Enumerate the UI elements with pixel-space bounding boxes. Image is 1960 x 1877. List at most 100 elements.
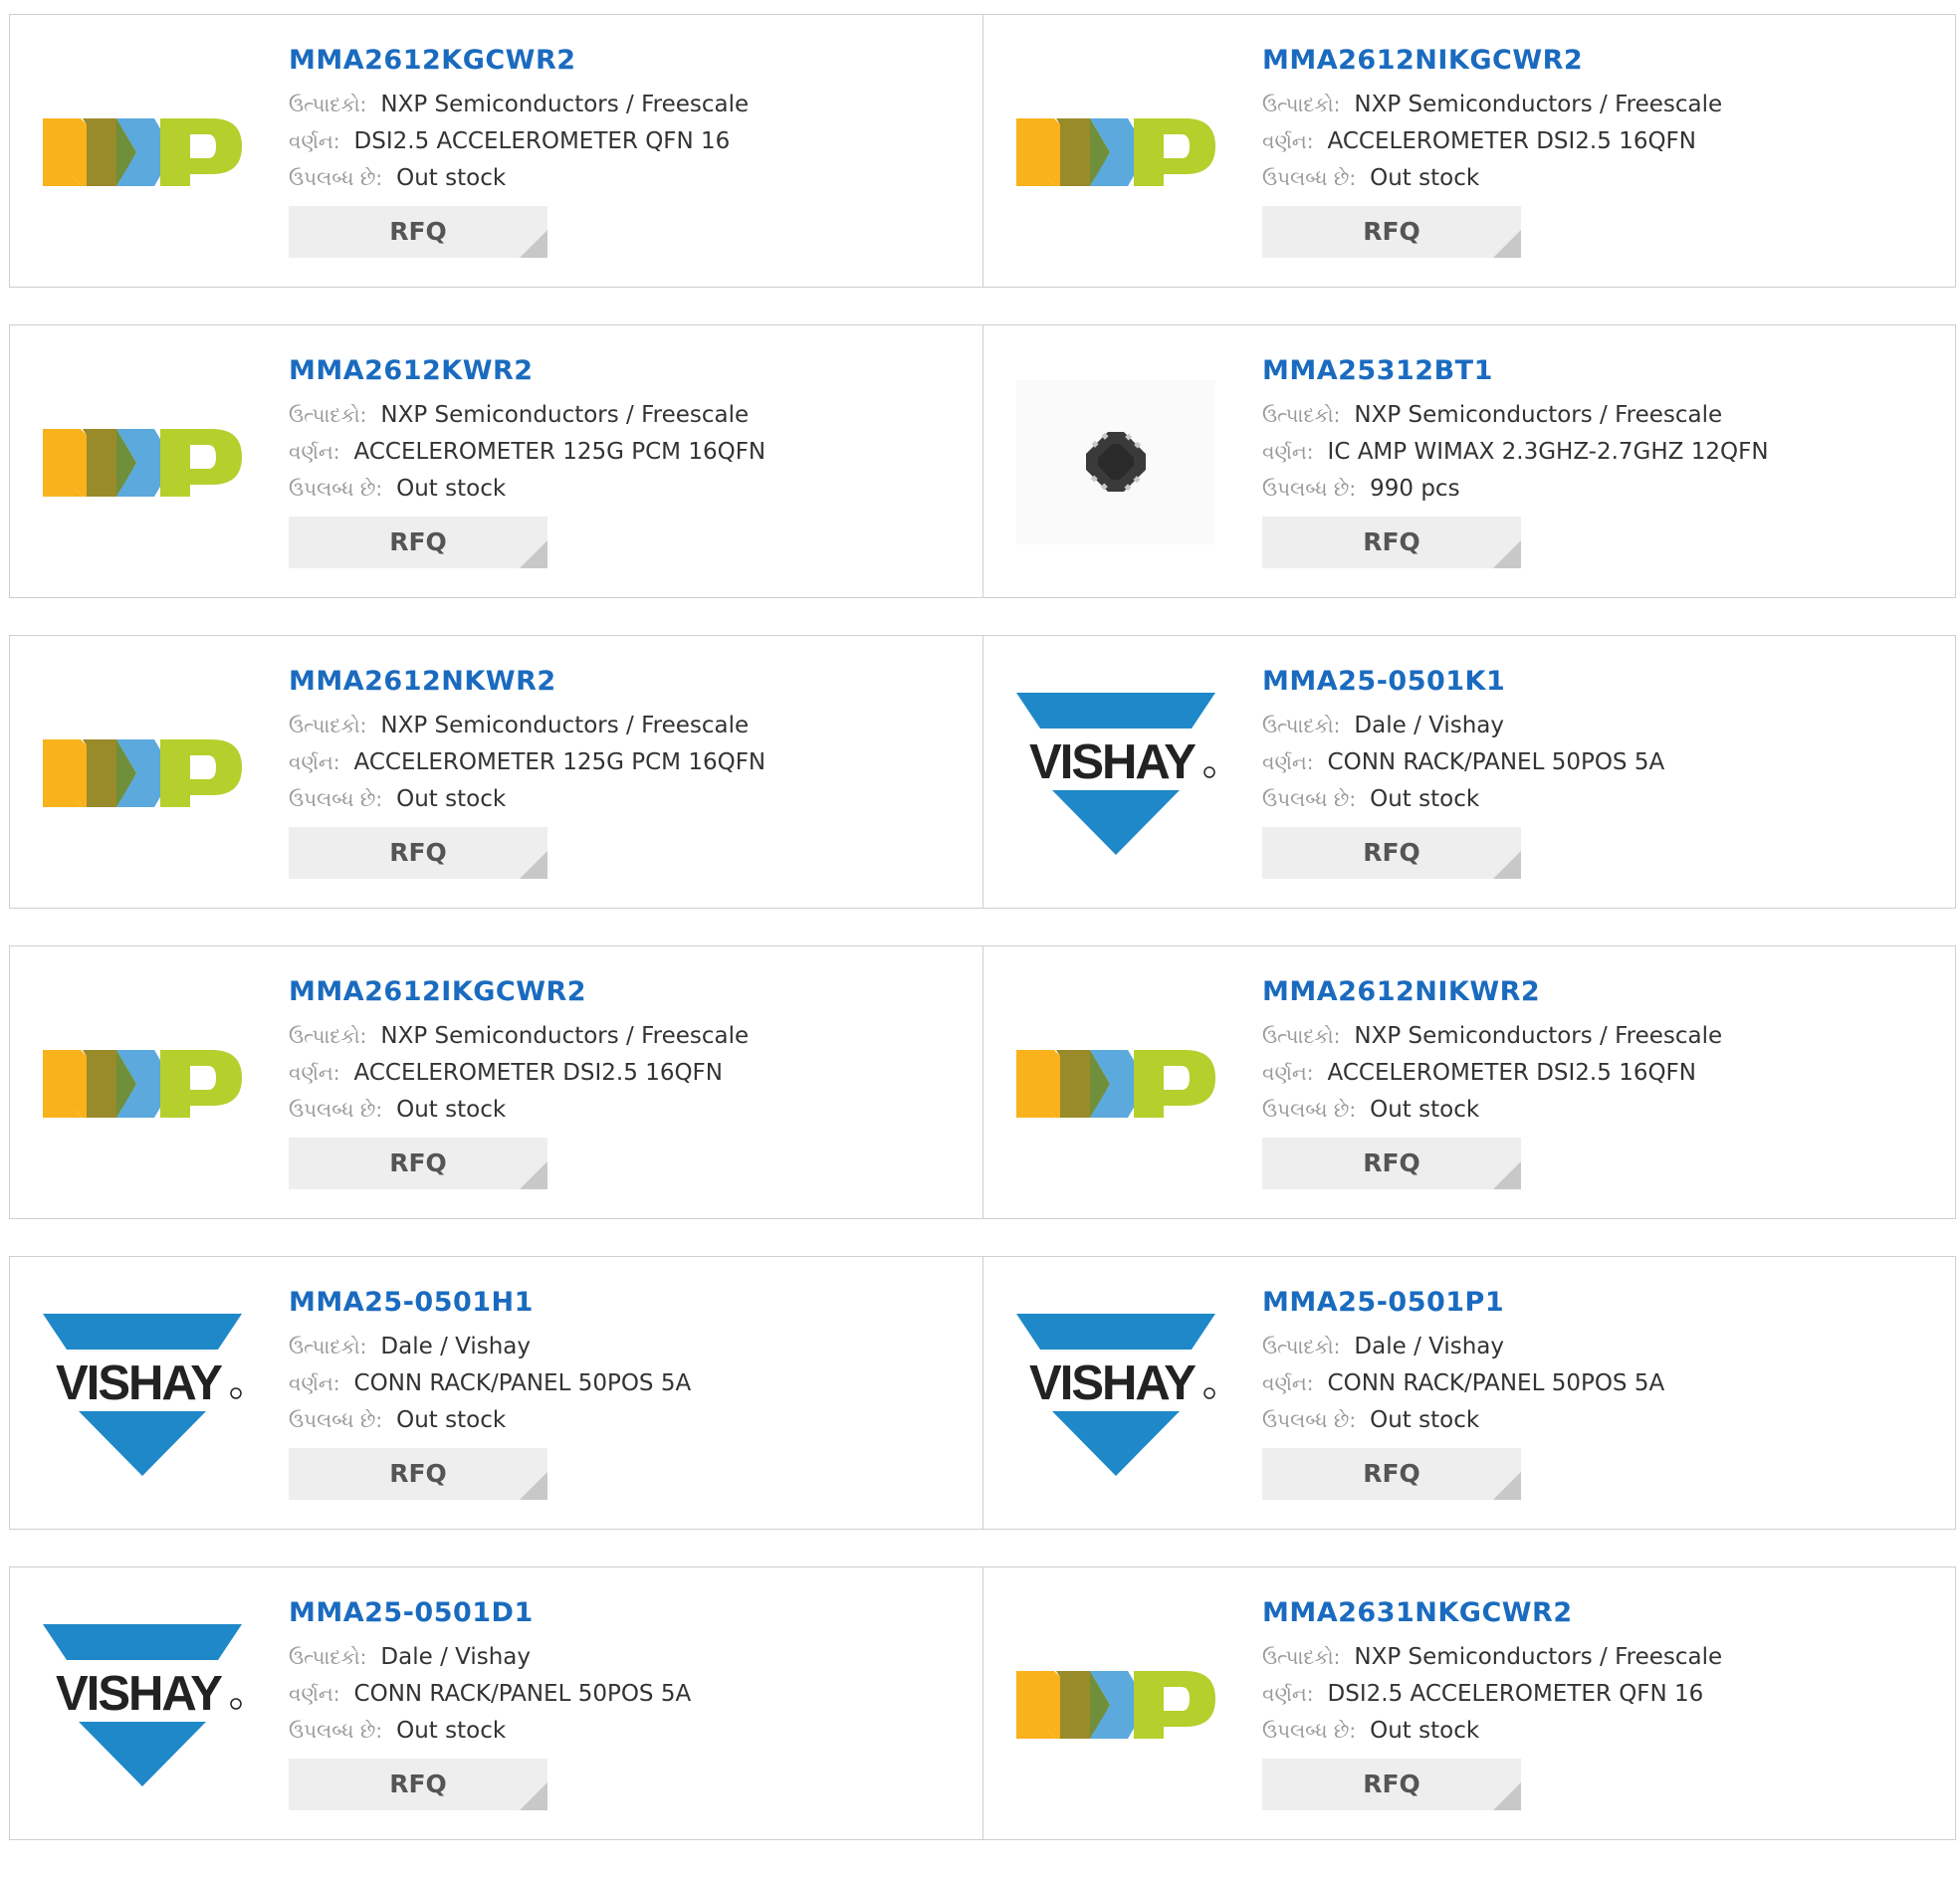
vishay-logo[interactable]: VISHAY [40, 1312, 244, 1476]
availability-label: ઉપલબ્ધ છે: [289, 1098, 383, 1122]
part-number-link[interactable]: MMA25-0501H1 [289, 1285, 973, 1321]
availability-value: 990 pcs [1370, 476, 1460, 502]
part-number-link[interactable]: MMA2612KGCWR2 [289, 43, 973, 79]
rfq-label: RFQ [1363, 527, 1420, 556]
rfq-button[interactable]: RFQ [1262, 1138, 1521, 1189]
corner-triangle-icon [520, 230, 547, 258]
rfq-button[interactable]: RFQ [289, 827, 547, 879]
description-line: વર્ણન: CONN RACK/PANEL 50POS 5A [289, 1676, 973, 1713]
availability-value: Out stock [396, 1718, 507, 1744]
rfq-button[interactable]: RFQ [289, 1138, 547, 1189]
vishay-logo[interactable]: VISHAY [1013, 691, 1217, 855]
manufacturer-value: Dale / Vishay [1354, 1334, 1505, 1359]
manufacturer-value: NXP Semiconductors / Freescale [380, 1023, 750, 1049]
description-line: વર્ણન: ACCELEROMETER 125G PCM 16QFN [289, 434, 973, 471]
product-card: MMA2612KGCWR2 ઉત્પાદકો: NXP Semiconductors… [10, 15, 982, 287]
manufacturer-label: ઉત્પાદકો: [1262, 714, 1341, 737]
corner-triangle-icon [520, 1782, 547, 1810]
availability-label: ઉપલબ્ધ છે: [289, 787, 383, 811]
nxp-logo[interactable] [40, 1001, 244, 1165]
rfq-button[interactable]: RFQ [1262, 827, 1521, 879]
description-value: CONN RACK/PANEL 50POS 5A [353, 1681, 692, 1707]
description-value: ACCELEROMETER DSI2.5 16QFN [353, 1060, 723, 1086]
availability-value: Out stock [396, 1097, 507, 1123]
description-label: વર્ણન: [1262, 1682, 1314, 1706]
nxp-logo[interactable] [1013, 70, 1217, 234]
manufacturer-label: ઉત્પાદકો: [289, 1335, 367, 1358]
product-info: MMA2612NKWR2 ઉત્પાદકો: NXP Semiconductors … [289, 664, 973, 879]
product-card: VISHAY MMA25-0501P1 ઉત્પાદકો: Dale / Visha… [982, 1257, 1955, 1529]
rfq-label: RFQ [1363, 1770, 1420, 1798]
description-value: ACCELEROMETER 125G PCM 16QFN [353, 439, 766, 465]
manufacturer-label: ઉત્પાદકો: [289, 714, 367, 737]
part-number-link[interactable]: MMA25-0501D1 [289, 1595, 973, 1631]
nxp-logo[interactable] [40, 380, 244, 544]
manufacturer-line: ઉત્પાદકો: NXP Semiconductors / Freescale [1262, 397, 1945, 434]
product-card: MMA2612NIKGCWR2 ઉત્પાદકો: NXP Semiconducto… [982, 15, 1955, 287]
description-line: વર્ણન: IC AMP WIMAX 2.3GHZ-2.7GHZ 12QFN [1262, 434, 1945, 471]
product-card: VISHAY MMA25-0501K1 ઉત્પાદકો: Dale / Visha… [982, 636, 1955, 908]
vishay-logo[interactable]: VISHAY [40, 1622, 244, 1786]
manufacturer-label: ઉત્પાદકો: [1262, 93, 1341, 116]
part-number-link[interactable]: MMA2612KWR2 [289, 353, 973, 389]
availability-line: ઉપલબ્ધ છે: Out stock [1262, 160, 1945, 197]
product-card: MMA25312BT1 ઉત્પાદકો: NXP Semiconductors /… [982, 325, 1955, 597]
description-label: વર્ણન: [1262, 440, 1314, 464]
manufacturer-line: ઉત્પાદકો: NXP Semiconductors / Freescale [1262, 1639, 1945, 1676]
rfq-button[interactable]: RFQ [289, 206, 547, 258]
part-number-link[interactable]: MMA2612NIKWR2 [1262, 974, 1945, 1010]
product-info: MMA2631NKGCWR2 ઉત્પાદકો: NXP Semiconductor… [1262, 1595, 1945, 1810]
part-number-link[interactable]: MMA2631NKGCWR2 [1262, 1595, 1945, 1631]
manufacturer-line: ઉત્પાદકો: Dale / Vishay [289, 1639, 973, 1676]
rfq-button[interactable]: RFQ [1262, 1448, 1521, 1500]
vishay-logo[interactable]: VISHAY [1013, 1312, 1217, 1476]
rfq-button[interactable]: RFQ [289, 1759, 547, 1810]
qfn-chip-image[interactable] [1013, 380, 1217, 544]
product-card: MMA2612IKGCWR2 ઉત્પાદકો: NXP Semiconductor… [10, 946, 982, 1218]
rfq-label: RFQ [1363, 1459, 1420, 1488]
part-number-link[interactable]: MMA25-0501K1 [1262, 664, 1945, 700]
availability-line: ઉપલબ્ધ છે: Out stock [289, 1092, 973, 1129]
description-label: વર્ણન: [1262, 1061, 1314, 1085]
product-card: MMA2612KWR2 ઉત્પાદકો: NXP Semiconductors /… [10, 325, 982, 597]
part-number-link[interactable]: MMA25312BT1 [1262, 353, 1945, 389]
nxp-logo[interactable] [1013, 1001, 1217, 1165]
description-value: DSI2.5 ACCELEROMETER QFN 16 [353, 128, 731, 154]
product-info: MMA2612NIKGCWR2 ઉત્પાદકો: NXP Semiconducto… [1262, 43, 1945, 258]
description-value: ACCELEROMETER DSI2.5 16QFN [1327, 1060, 1696, 1086]
corner-triangle-icon [520, 1472, 547, 1500]
part-number-link[interactable]: MMA2612IKGCWR2 [289, 974, 973, 1010]
rfq-button[interactable]: RFQ [1262, 206, 1521, 258]
part-number-link[interactable]: MMA2612NKWR2 [289, 664, 973, 700]
description-label: વર્ણન: [289, 1371, 340, 1395]
nxp-logo[interactable] [40, 691, 244, 855]
nxp-logo[interactable] [40, 70, 244, 234]
product-row: VISHAY MMA25-0501D1 ઉત્પાદકો: Dale / Visha… [9, 1566, 1956, 1840]
availability-label: ઉપલબ્ધ છે: [1262, 1098, 1357, 1122]
corner-triangle-icon [1493, 1782, 1521, 1810]
manufacturer-value: Dale / Vishay [1354, 713, 1505, 738]
rfq-button[interactable]: RFQ [1262, 517, 1521, 568]
description-line: વર્ણન: CONN RACK/PANEL 50POS 5A [1262, 744, 1945, 781]
svg-text:VISHAY: VISHAY [56, 1667, 222, 1721]
part-number-link[interactable]: MMA2612NIKGCWR2 [1262, 43, 1945, 79]
manufacturer-line: ઉત્પાદકો: NXP Semiconductors / Freescale [289, 87, 973, 123]
product-row: MMA2612NKWR2 ઉત્પાદકો: NXP Semiconductors … [9, 635, 1956, 909]
rfq-label: RFQ [1363, 838, 1420, 867]
availability-label: ઉપલબ્ધ છે: [289, 1719, 383, 1743]
rfq-button[interactable]: RFQ [1262, 1759, 1521, 1810]
rfq-label: RFQ [389, 838, 447, 867]
rfq-button[interactable]: RFQ [289, 517, 547, 568]
manufacturer-line: ઉત્પાદકો: NXP Semiconductors / Freescale [289, 1018, 973, 1055]
description-line: વર્ણન: DSI2.5 ACCELEROMETER QFN 16 [289, 123, 973, 160]
description-label: વર્ણન: [289, 750, 340, 774]
corner-triangle-icon [1493, 230, 1521, 258]
rfq-button[interactable]: RFQ [289, 1448, 547, 1500]
description-line: વર્ણન: DSI2.5 ACCELEROMETER QFN 16 [1262, 1676, 1945, 1713]
nxp-logo[interactable] [1013, 1622, 1217, 1786]
rfq-label: RFQ [389, 1459, 447, 1488]
corner-triangle-icon [1493, 1472, 1521, 1500]
rfq-label: RFQ [1363, 217, 1420, 246]
availability-line: ઉપલબ્ધ છે: Out stock [289, 1402, 973, 1439]
part-number-link[interactable]: MMA25-0501P1 [1262, 1285, 1945, 1321]
